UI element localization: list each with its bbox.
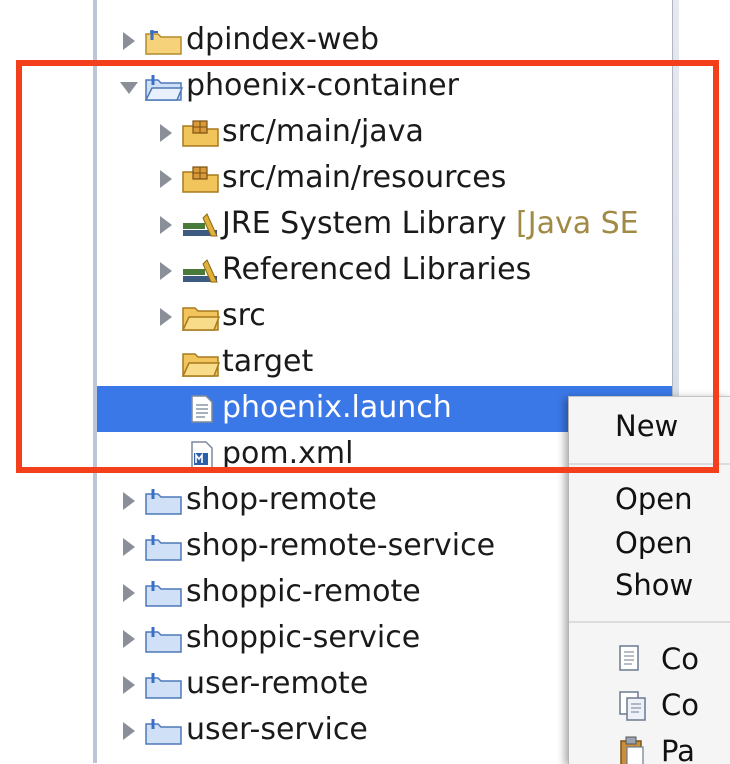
tree-item-label: dpindex-web: [186, 22, 380, 57]
launch-file-icon: [191, 395, 213, 423]
tree-item-label: shop-remote-service: [186, 528, 496, 563]
menu-item-open[interactable]: Open: [615, 479, 692, 519]
paste-icon: [620, 736, 644, 764]
expand-arrow-icon[interactable]: [123, 676, 135, 694]
library-icon: [183, 259, 218, 283]
package-folder-icon: [182, 120, 219, 147]
tree-item-jre-system-library[interactable]: JRE System Library [Java SE: [97, 202, 672, 248]
expand-arrow-icon[interactable]: [160, 262, 172, 280]
tree-item-label: user-service: [186, 712, 368, 747]
menu-item-open-with[interactable]: Open: [615, 523, 692, 563]
tree-item-referenced-libraries[interactable]: Referenced Libraries: [97, 248, 672, 294]
copy-icon: [619, 645, 639, 671]
tree-item-label: Referenced Libraries: [222, 252, 532, 287]
expand-arrow-icon[interactable]: [123, 722, 135, 740]
expand-arrow-icon[interactable]: [123, 492, 135, 510]
library-name: JRE System Library: [222, 206, 517, 241]
expand-arrow-icon[interactable]: [123, 584, 135, 602]
menu-item-new[interactable]: New: [615, 406, 678, 446]
expand-arrow-icon[interactable]: [160, 124, 172, 142]
copy-qualified-name-icon: [619, 691, 646, 721]
tree-item-phoenix-container[interactable]: phoenix-container: [97, 64, 672, 110]
menu-item-show-in[interactable]: Show: [615, 565, 693, 605]
collapse-arrow-icon[interactable]: [120, 82, 138, 94]
folder-icon: [181, 353, 221, 377]
tree-item-src-main-java[interactable]: src/main/java: [97, 110, 672, 156]
tree-item-label: pom.xml: [222, 436, 354, 471]
project-folder-icon: [145, 30, 182, 55]
menu-item-copy-qualified-name[interactable]: Co: [661, 685, 699, 725]
expand-arrow-icon[interactable]: [123, 538, 135, 556]
project-folder-icon: [145, 673, 182, 699]
maven-file-icon: [191, 441, 213, 469]
project-folder-icon: [145, 719, 182, 745]
tree-item-label: shoppic-service: [186, 620, 421, 655]
context-menu: New Open Open Show Co Co Pa: [568, 396, 730, 764]
tree-item-label: user-remote: [186, 666, 369, 701]
tree-item-label: phoenix.launch: [222, 390, 452, 425]
project-folder-icon: [145, 535, 182, 561]
expand-arrow-icon[interactable]: [160, 308, 172, 326]
tree-item-label: src/main/java: [222, 114, 424, 149]
menu-separator: [569, 621, 730, 623]
menu-separator: [569, 463, 730, 465]
expand-arrow-icon[interactable]: [123, 630, 135, 648]
menu-item-paste[interactable]: Pa: [661, 731, 695, 764]
tree-item-label: phoenix-container: [186, 68, 459, 103]
tree-item-target[interactable]: target: [97, 340, 672, 386]
tree-item-label: src/main/resources: [222, 160, 507, 195]
tree-item-label: target: [222, 344, 314, 379]
project-folder-icon: [145, 489, 182, 515]
library-icon: [183, 213, 218, 237]
tree-item-label: JRE System Library [Java SE: [222, 204, 639, 244]
library-version: [Java SE: [516, 206, 639, 241]
expand-arrow-icon[interactable]: [160, 170, 172, 188]
tree-item-label: src: [222, 298, 266, 333]
expand-arrow-icon[interactable]: [123, 32, 135, 50]
tree-item-label: shoppic-remote: [186, 574, 421, 609]
tree-item-src[interactable]: src: [97, 294, 672, 340]
tree-item-label: shop-remote: [186, 482, 377, 517]
tree-item-dpindex-web[interactable]: dpindex-web: [97, 18, 672, 64]
folder-icon: [181, 307, 221, 331]
expand-arrow-icon[interactable]: [160, 216, 172, 234]
menu-item-copy[interactable]: Co: [661, 639, 699, 679]
tree-item-src-main-resources[interactable]: src/main/resources: [97, 156, 672, 202]
project-folder-icon: [144, 75, 184, 101]
project-folder-icon: [145, 627, 182, 653]
project-folder-icon: [145, 581, 182, 607]
package-folder-icon: [182, 166, 219, 193]
